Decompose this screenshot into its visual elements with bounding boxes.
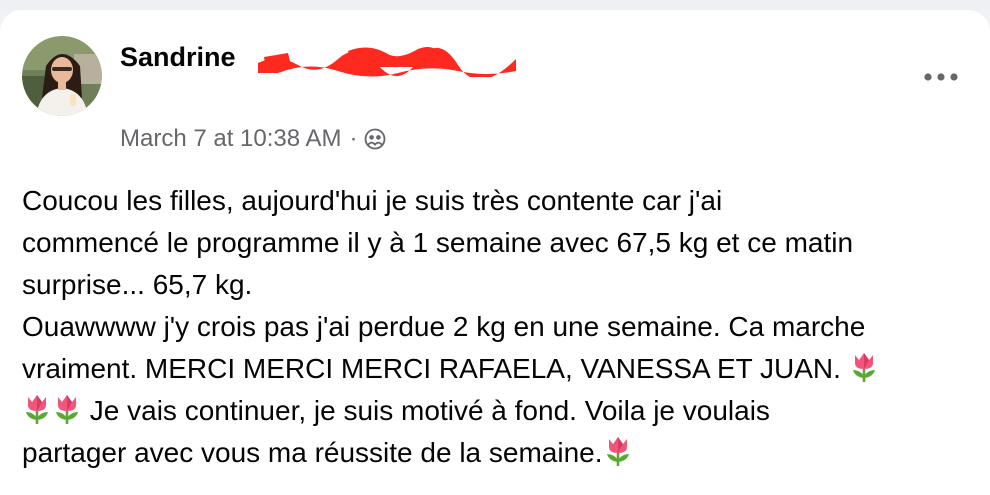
post-card: Sandrine March 7 at 10:38 AM · Coucou le… — [0, 10, 990, 495]
post-body-line: Coucou les filles, aujourd'hui je suis t… — [22, 185, 723, 216]
redaction-scribble — [258, 47, 516, 77]
post-body-line: partager avec vous ma réussite de la sem… — [22, 432, 982, 474]
top-strip — [0, 0, 990, 10]
more-options-button[interactable] — [918, 66, 964, 88]
post-body-line: commencé le programme il y à 1 semaine a… — [22, 227, 854, 258]
post-body-line: Ouawwww j'y crois pas j'ai perdue 2 kg e… — [22, 311, 866, 342]
post-body-text: Je vais continuer, je suis motivé à fond… — [82, 395, 770, 426]
tulip-emoji-icon — [52, 393, 82, 425]
post-timestamp[interactable]: March 7 at 10:38 AM — [120, 125, 341, 153]
author-name[interactable]: Sandrine — [120, 42, 236, 73]
post-body-line: vraiment. MERCI MERCI MERCI RAFAELA, VAN… — [22, 348, 982, 390]
post-body-line: Je vais continuer, je suis motivé à fond… — [22, 390, 982, 432]
post-body-line: surprise... 65,7 kg. — [22, 269, 253, 300]
meta-separator: · — [349, 125, 358, 152]
group-audience-icon[interactable] — [364, 128, 386, 150]
post-body: Coucou les filles, aujourd'hui je suis t… — [22, 180, 982, 474]
post-meta: March 7 at 10:38 AM · — [120, 125, 386, 153]
tulip-emoji-icon — [849, 351, 879, 383]
post-body-text: partager avec vous ma réussite de la sem… — [22, 437, 603, 468]
post-body-text: vraiment. MERCI MERCI MERCI RAFAELA, VAN… — [22, 353, 849, 384]
tulip-emoji-icon — [22, 393, 52, 425]
more-dots-icon — [924, 73, 958, 81]
tulip-emoji-icon — [603, 435, 633, 467]
author-avatar[interactable] — [22, 36, 102, 116]
